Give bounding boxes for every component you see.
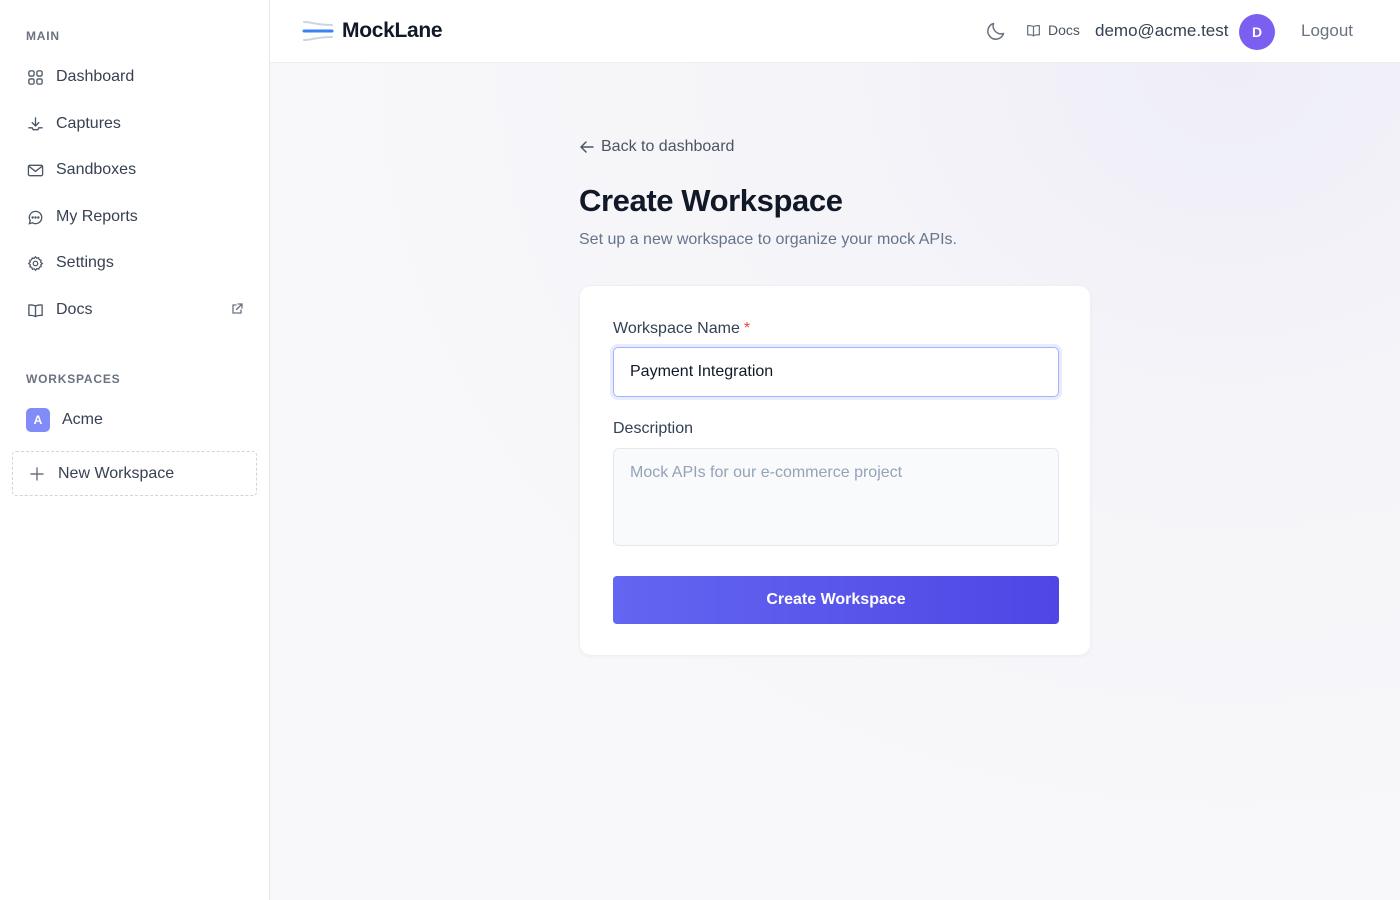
workspace-name: Acme — [62, 411, 103, 428]
logout-button[interactable]: Logout — [1301, 21, 1353, 41]
sidebar-item-captures[interactable]: Captures — [12, 104, 258, 144]
new-workspace-button[interactable]: New Workspace — [12, 451, 257, 496]
required-mark: * — [743, 320, 751, 337]
sidebar: MAIN Dashboard Captures Sandboxes My Rep… — [0, 0, 270, 900]
description-label: Description — [613, 420, 694, 437]
gear-icon — [26, 254, 44, 272]
top-docs-link[interactable]: Docs — [1026, 22, 1080, 38]
sidebar-item-label: Settings — [56, 254, 114, 271]
external-link-icon — [232, 303, 243, 314]
workspace-name-label-text: Workspace Name — [613, 320, 740, 337]
sidebar-item-settings[interactable]: Settings — [12, 243, 258, 283]
sidebar-item-label: Captures — [56, 115, 121, 132]
docs-label: Docs — [1048, 22, 1080, 38]
logo-icon — [302, 21, 334, 41]
download-icon — [26, 115, 44, 133]
sidebar-item-my-reports[interactable]: My Reports — [12, 197, 258, 237]
sidebar-item-sandboxes[interactable]: Sandboxes — [12, 150, 258, 190]
user-email: demo@acme.test — [1095, 21, 1229, 40]
main-section-label: MAIN — [26, 29, 60, 43]
mail-icon — [26, 161, 44, 179]
back-to-dashboard-link[interactable]: Back to dashboard — [579, 138, 734, 156]
moon-icon[interactable] — [985, 20, 1007, 42]
sidebar-item-label: Dashboard — [56, 68, 135, 85]
create-workspace-form: Workspace Name* Description Create Works… — [579, 285, 1091, 656]
arrow-left-icon — [580, 141, 594, 153]
back-label: Back to dashboard — [601, 138, 735, 155]
workspace-name-input[interactable] — [613, 347, 1059, 397]
app-root: MAIN Dashboard Captures Sandboxes My Rep… — [0, 0, 1400, 900]
workspace-avatar: A — [26, 408, 50, 432]
user-avatar[interactable]: D — [1239, 14, 1275, 50]
plus-icon — [30, 466, 44, 481]
book-icon — [1027, 24, 1040, 37]
page-title: Create Workspace — [579, 183, 843, 218]
workspaces-section-label: WORKSPACES — [26, 372, 121, 386]
chat-icon — [26, 208, 44, 226]
workspace-item-acme[interactable]: A Acme — [12, 400, 258, 440]
workspace-name-label: Workspace Name * — [613, 320, 750, 338]
new-workspace-label: New Workspace — [58, 464, 175, 482]
create-workspace-button[interactable]: Create Workspace — [613, 576, 1059, 624]
brand-name: MockLane — [342, 19, 443, 42]
sidebar-item-label: My Reports — [56, 208, 138, 225]
sidebar-item-label: Docs — [56, 301, 93, 318]
book-icon — [26, 301, 44, 319]
sidebar-item-label: Sandboxes — [56, 161, 137, 178]
page-subtitle: Set up a new workspace to organize your … — [579, 231, 957, 248]
sidebar-item-dashboard[interactable]: Dashboard — [12, 57, 258, 97]
main-content: Back to dashboard Create Workspace Set u… — [270, 63, 1400, 900]
brand[interactable]: MockLane — [302, 18, 443, 44]
sidebar-item-docs[interactable]: Docs — [12, 290, 258, 330]
grid-icon — [26, 68, 44, 86]
description-input[interactable] — [613, 448, 1059, 546]
topbar: MockLane Docs demo@acme.test D Logout — [270, 0, 1400, 63]
